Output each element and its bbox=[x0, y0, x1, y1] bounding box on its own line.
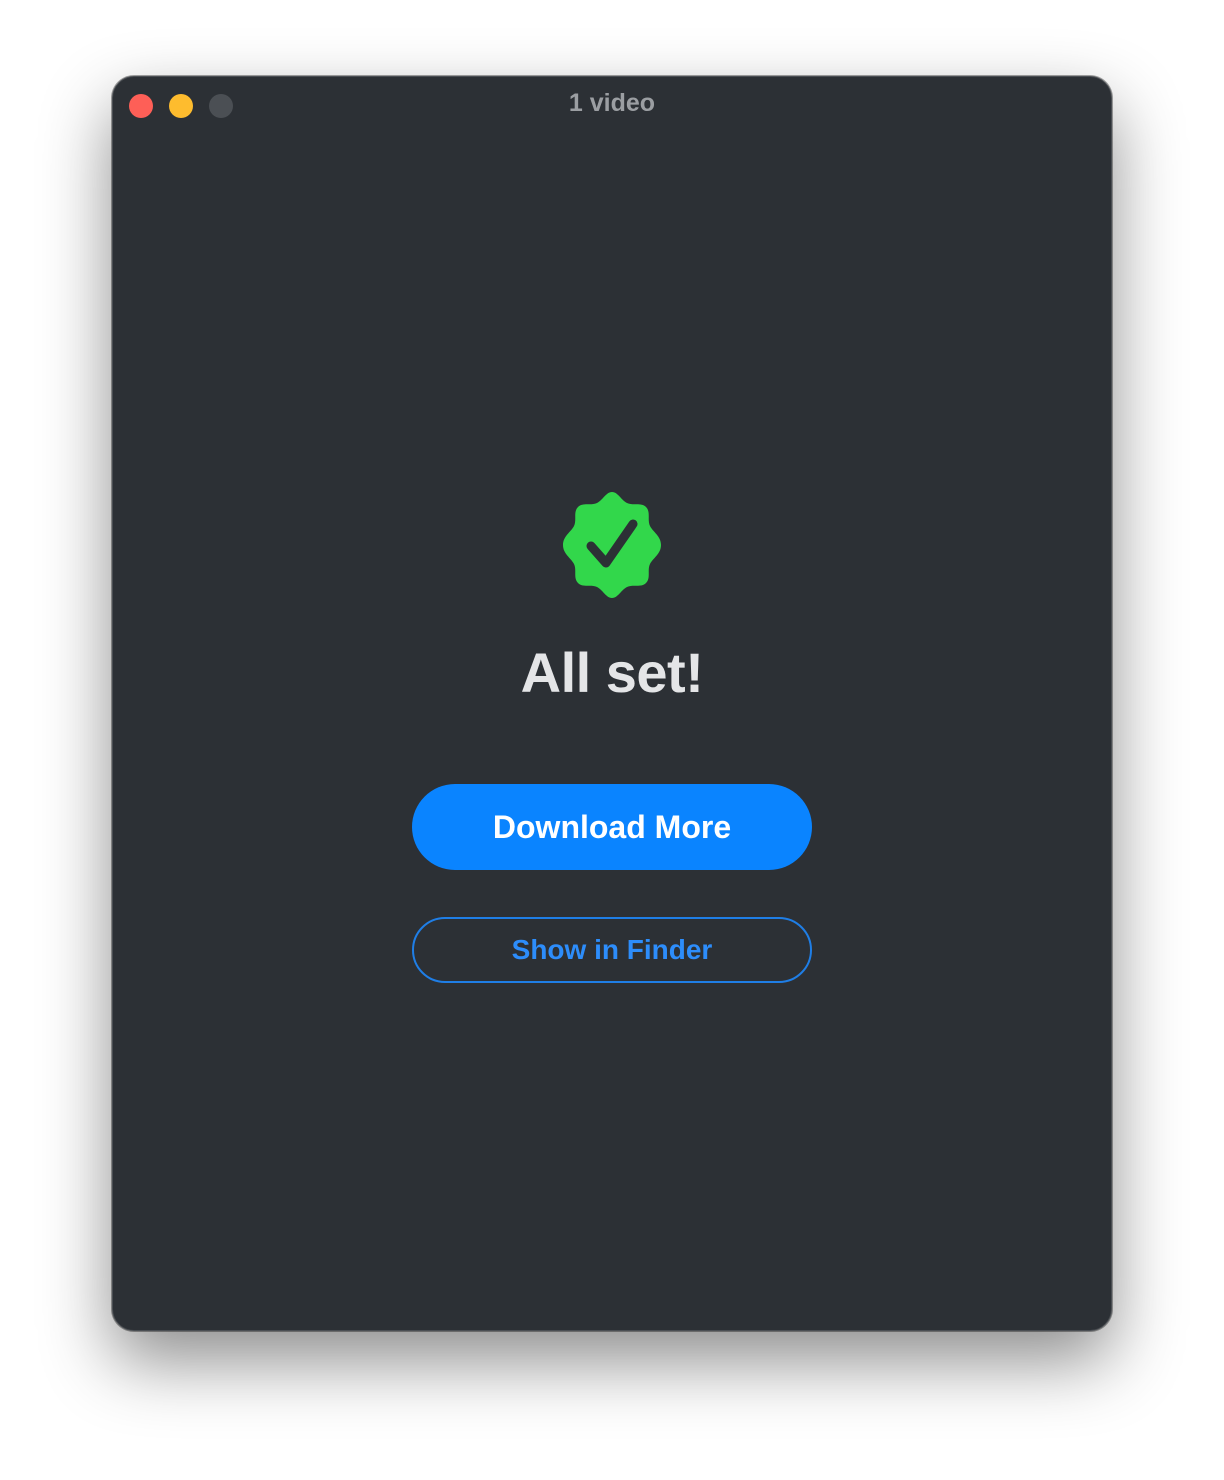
status-heading: All set! bbox=[520, 641, 704, 704]
show-in-finder-button[interactable]: Show in Finder bbox=[412, 917, 812, 983]
completion-panel: All set! Download More Show in Finder bbox=[113, 77, 1111, 1330]
download-more-button[interactable]: Download More bbox=[412, 784, 812, 870]
checkmark-seal-icon bbox=[563, 492, 661, 598]
app-window: 1 video All set! Download More Show in F… bbox=[112, 76, 1112, 1331]
